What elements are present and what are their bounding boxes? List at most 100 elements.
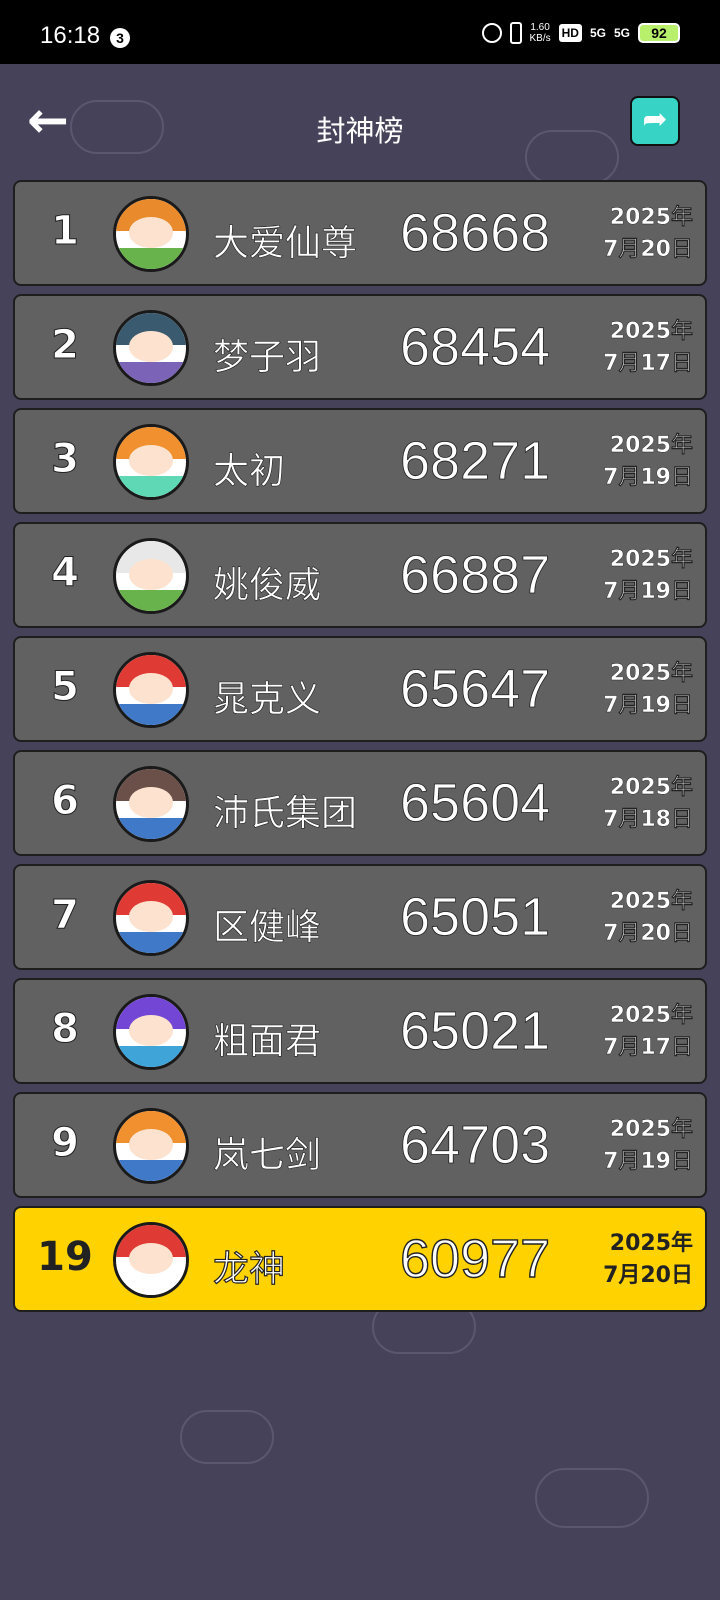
avatar-face xyxy=(128,331,174,362)
battery-icon: 92 xyxy=(638,23,680,43)
status-icons: 1.60 KB/s HD 5G 5G 92 xyxy=(481,22,680,44)
avatar-face xyxy=(128,1129,174,1160)
avatar[interactable] xyxy=(113,424,189,500)
net-speed-value: 1.60 xyxy=(530,22,550,33)
status-bar: 16:18 3 1.60 KB/s HD 5G 5G 92 xyxy=(0,0,720,64)
leaderboard-row[interactable]: 9 岚七剑 64703 2025年 7月19日 xyxy=(13,1092,707,1198)
player-name: 粗面君 xyxy=(213,1021,322,1063)
avatar-face xyxy=(128,787,174,818)
avatar[interactable] xyxy=(113,310,189,386)
player-name: 龙神 xyxy=(212,1248,286,1290)
net-speed-unit: KB/s xyxy=(529,33,551,44)
avatar-face xyxy=(128,1015,174,1046)
avatar-face xyxy=(128,901,174,932)
signal-5g-icon-2: 5G xyxy=(613,26,630,40)
avatar-face xyxy=(128,1243,174,1274)
avatar-body xyxy=(116,1160,186,1181)
avatar-body xyxy=(116,704,186,725)
player-name: 姚俊威 xyxy=(213,565,322,607)
record-day: 7月20日 xyxy=(603,237,693,262)
rank-number: 7 xyxy=(51,892,80,939)
player-score: 66887 xyxy=(400,545,551,606)
avatar-face xyxy=(128,559,174,590)
record-year: 2025年 xyxy=(609,1117,694,1142)
avatar[interactable] xyxy=(113,880,189,956)
avatar[interactable] xyxy=(113,994,189,1070)
record-year: 2025年 xyxy=(609,775,694,800)
record-day: 7月19日 xyxy=(603,1149,693,1174)
avatar-body xyxy=(116,248,186,269)
status-time: 16:18 xyxy=(40,22,101,49)
avatar[interactable] xyxy=(113,652,189,728)
notification-badge: 3 xyxy=(110,28,130,48)
share-icon[interactable]: ➦ xyxy=(630,96,680,146)
record-year: 2025年 xyxy=(609,661,694,686)
leaderboard-row-self[interactable]: 19 龙神 60977 2025年 7月20日 xyxy=(13,1206,707,1312)
signal-5g-icon: 5G xyxy=(589,26,606,40)
avatar-body xyxy=(116,362,186,383)
player-name: 岚七剑 xyxy=(213,1135,322,1177)
rank-number: 2 xyxy=(51,322,80,369)
record-day: 7月17日 xyxy=(603,351,693,376)
record-date: 2025年 7月19日 xyxy=(603,658,693,722)
avatar-body xyxy=(116,932,186,953)
player-name: 区健峰 xyxy=(213,907,322,949)
rank-number: 3 xyxy=(51,436,80,483)
avatar-face xyxy=(128,445,174,476)
header: ← 封神榜 ➦ xyxy=(0,64,720,178)
leaderboard-row[interactable]: 2 梦子羽 68454 2025年 7月17日 xyxy=(13,294,707,400)
avatar[interactable] xyxy=(113,538,189,614)
record-date: 2025年 7月17日 xyxy=(603,1000,693,1064)
avatar[interactable] xyxy=(113,1222,189,1298)
hd-icon: HD xyxy=(558,24,582,42)
player-score: 60977 xyxy=(399,1228,551,1289)
player-score: 64703 xyxy=(400,1115,551,1176)
alarm-icon xyxy=(481,23,502,43)
leaderboard-row[interactable]: 1 大爱仙尊 68668 2025年 7月20日 xyxy=(13,180,707,286)
avatar[interactable] xyxy=(113,196,189,272)
cloud-decoration xyxy=(535,1468,649,1528)
record-date: 2025年 7月19日 xyxy=(603,430,693,494)
record-day: 7月18日 xyxy=(603,807,693,832)
record-day: 7月19日 xyxy=(603,693,693,718)
record-date: 2025年 7月18日 xyxy=(603,772,693,836)
record-day: 7月19日 xyxy=(603,579,693,604)
rank-number: 9 xyxy=(51,1120,80,1167)
leaderboard-row[interactable]: 4 姚俊威 66887 2025年 7月19日 xyxy=(13,522,707,628)
record-day: 7月20日 xyxy=(603,1263,693,1288)
rank-number: 8 xyxy=(51,1006,80,1053)
leaderboard-row[interactable]: 6 沛氏集团 65604 2025年 7月18日 xyxy=(13,750,707,856)
player-score: 68271 xyxy=(400,431,551,492)
record-year: 2025年 xyxy=(609,547,694,572)
player-name: 沛氏集团 xyxy=(213,793,358,835)
avatar[interactable] xyxy=(113,766,189,842)
record-year: 2025年 xyxy=(609,319,694,344)
vibrate-icon xyxy=(509,22,522,44)
rank-number: 1 xyxy=(51,208,80,255)
page-title: 封神榜 xyxy=(316,114,404,148)
leaderboard-row[interactable]: 7 区健峰 65051 2025年 7月20日 xyxy=(13,864,707,970)
player-name: 梦子羽 xyxy=(213,337,322,379)
player-score: 65604 xyxy=(400,773,551,834)
avatar[interactable] xyxy=(113,1108,189,1184)
record-day: 7月19日 xyxy=(603,465,693,490)
record-date: 2025年 7月19日 xyxy=(603,1114,693,1178)
leaderboard-row[interactable]: 3 太初 68271 2025年 7月19日 xyxy=(13,408,707,514)
leaderboard-row[interactable]: 8 粗面君 65021 2025年 7月17日 xyxy=(13,978,707,1084)
record-day: 7月20日 xyxy=(603,921,693,946)
network-speed: 1.60 KB/s xyxy=(530,22,551,44)
avatar-body xyxy=(116,818,186,839)
record-date: 2025年 7月20日 xyxy=(603,202,693,266)
avatar-body xyxy=(116,476,186,497)
record-date: 2025年 7月20日 xyxy=(603,1228,693,1292)
player-score: 65021 xyxy=(400,1001,551,1062)
leaderboard-list: 1 大爱仙尊 68668 2025年 7月20日 2 梦子羽 68454 2025年 7月17日 3… xyxy=(13,180,707,1320)
record-date: 2025年 7月20日 xyxy=(603,886,693,950)
rank-number: 4 xyxy=(51,550,80,597)
player-name: 太初 xyxy=(213,451,286,493)
player-score: 65051 xyxy=(400,887,551,948)
player-name: 大爱仙尊 xyxy=(213,223,358,265)
leaderboard-row[interactable]: 5 晁克义 65647 2025年 7月19日 xyxy=(13,636,707,742)
record-year: 2025年 xyxy=(609,1003,694,1028)
player-score: 65647 xyxy=(400,659,551,720)
